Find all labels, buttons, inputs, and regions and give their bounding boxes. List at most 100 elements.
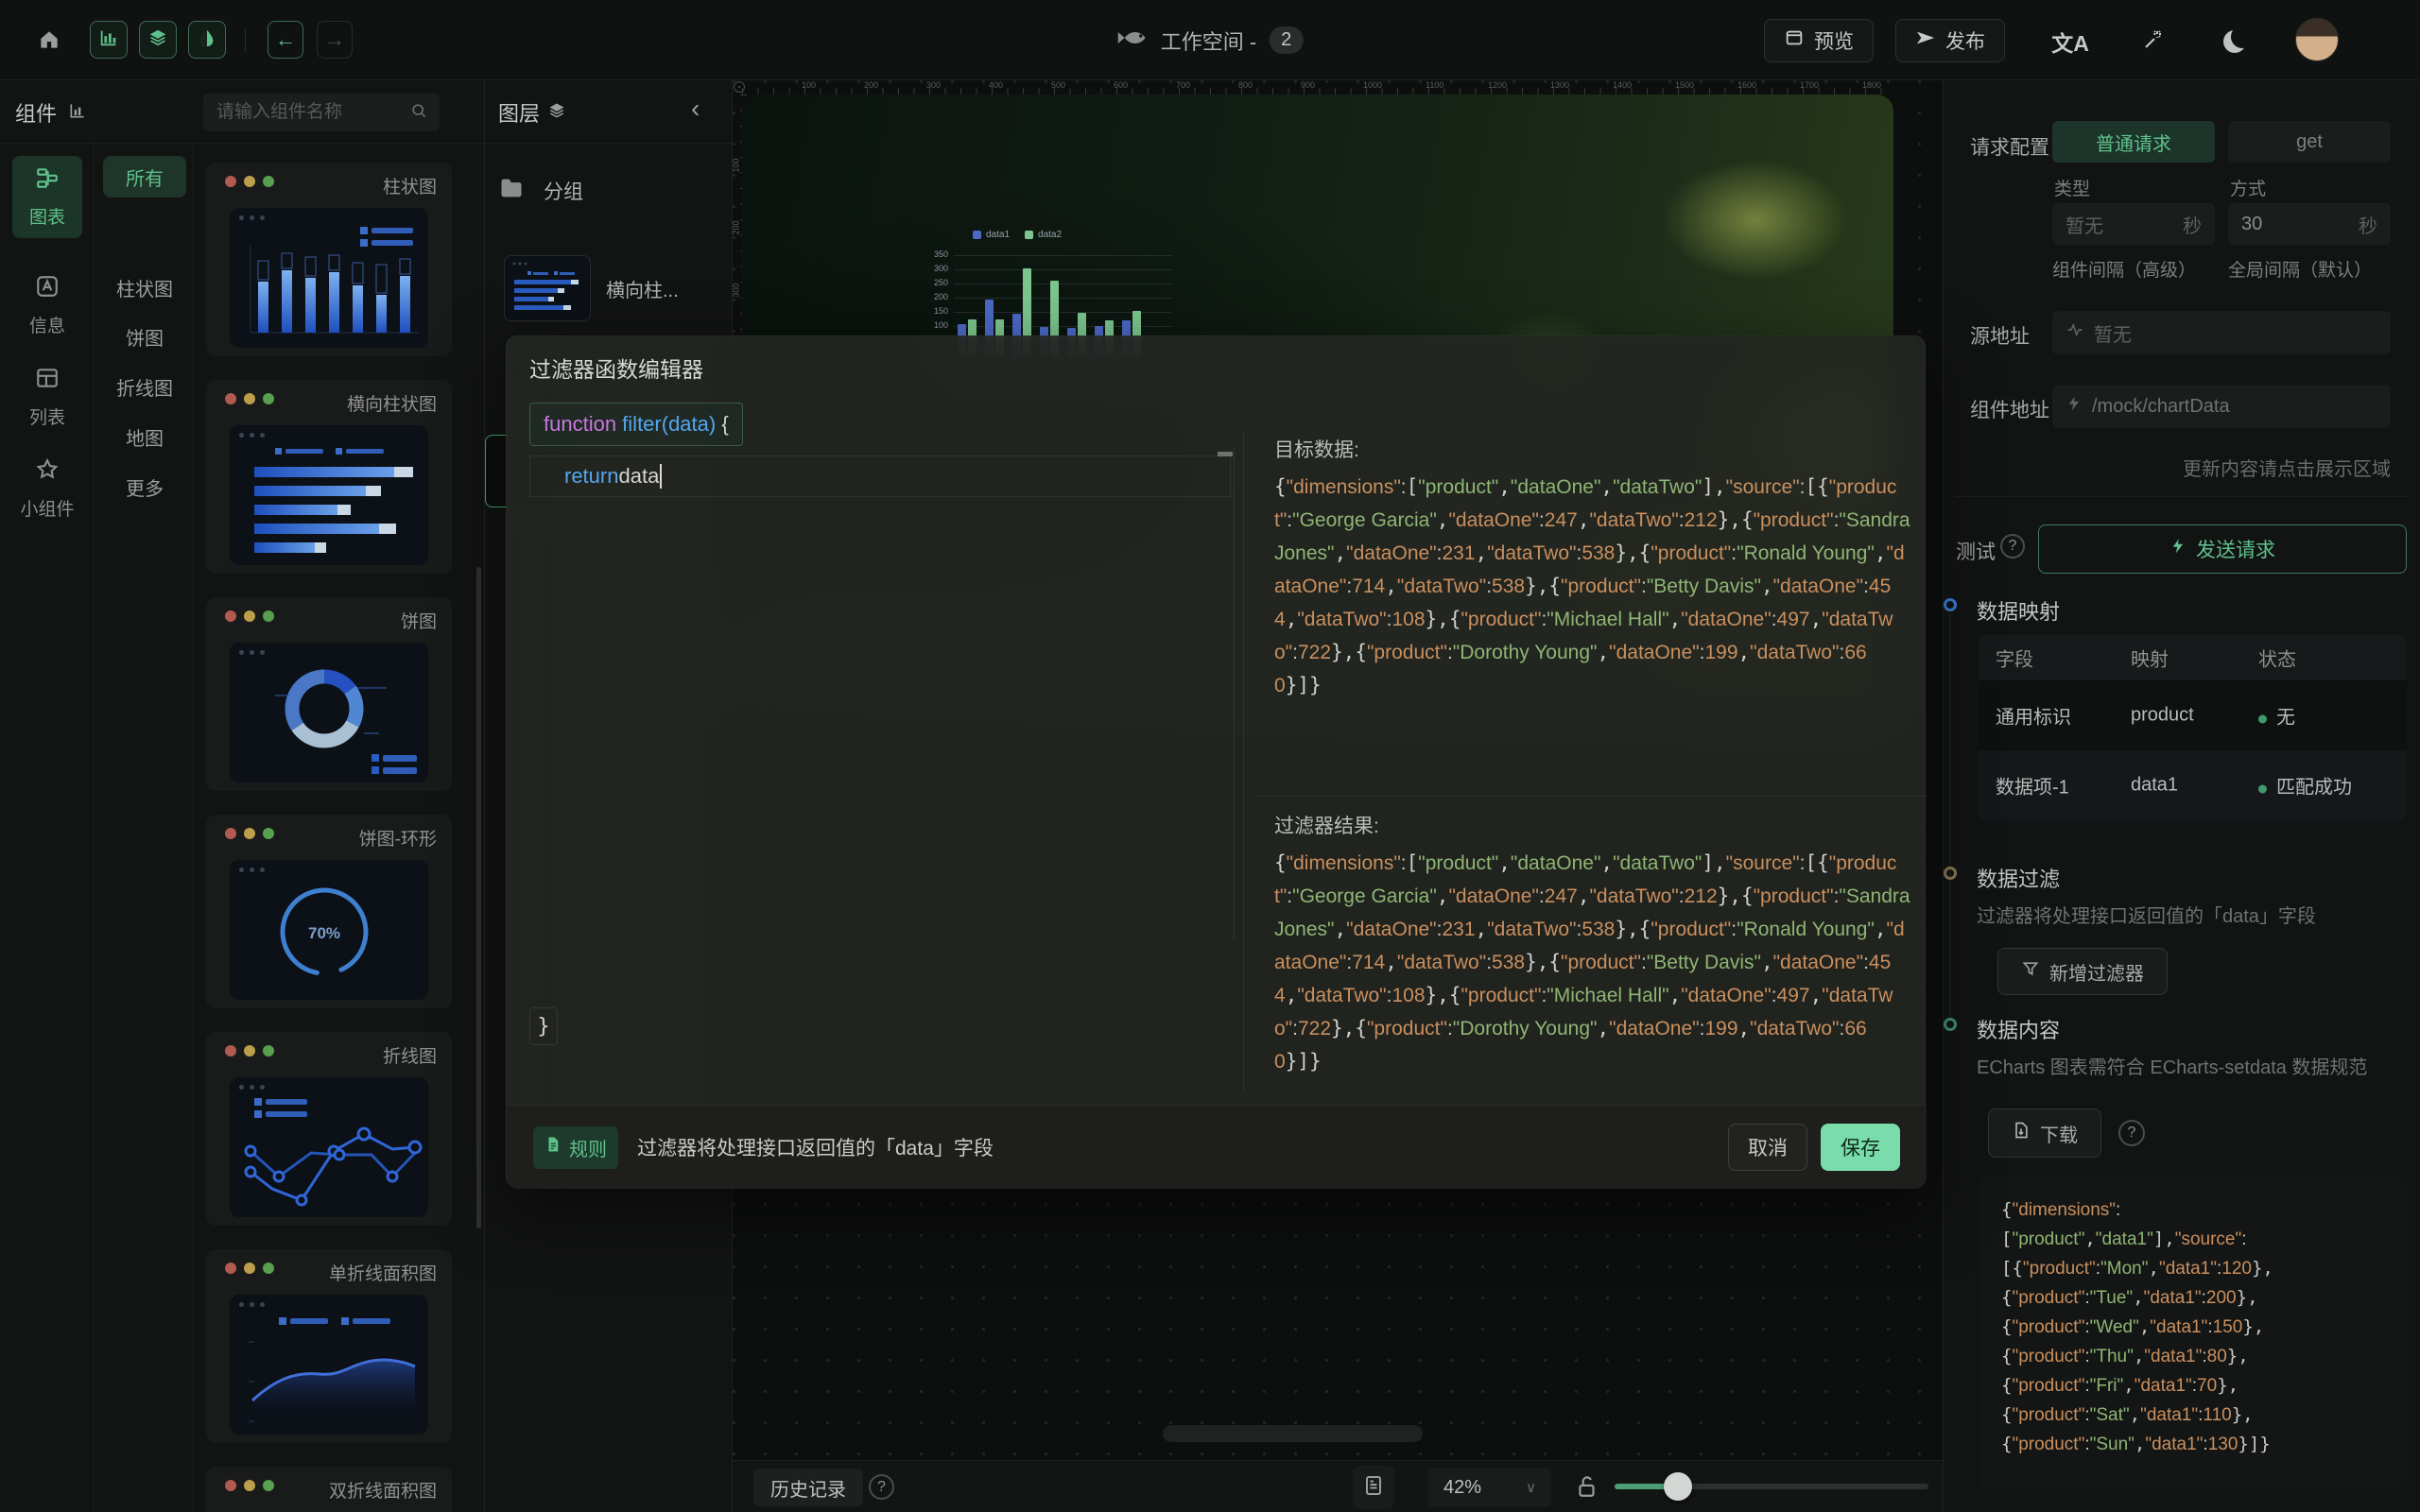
layers-tool-button[interactable] [139,21,177,59]
tab-info[interactable]: 信息 [12,265,82,347]
zoom-slider-track[interactable] [1615,1484,1928,1489]
text-a-icon [35,274,60,304]
component-card-area[interactable]: 单折线面积图 [206,1249,452,1443]
component-card-bar[interactable]: 柱状图 [206,163,452,356]
component-interval-label: 组件间隔（高级） [2052,256,2196,282]
test-help-icon[interactable]: ? [2000,534,2025,558]
home-button[interactable] [28,21,70,62]
component-card-ring[interactable]: 饼图-环形 70% [206,815,452,1008]
language-button[interactable]: 文A [2049,23,2091,60]
save-button[interactable]: 保存 [1821,1124,1900,1171]
add-filter-button[interactable]: 新增过滤器 [1997,948,2168,995]
lock-button[interactable] [1575,1472,1599,1505]
component-card-double-area[interactable]: 双折线面积图 [206,1467,452,1512]
zoom-slider-thumb[interactable] [1664,1472,1692,1501]
content-help-icon[interactable]: ? [2118,1120,2145,1146]
search-icon[interactable] [409,101,428,125]
publish-label: 发布 [1945,26,1985,55]
row-status: 无 [2258,702,2295,730]
editor-scrollbar[interactable] [1234,448,1235,939]
undo-button[interactable]: ← [268,21,303,59]
filter-tool-button[interactable] [188,21,226,59]
layer-item[interactable]: 横向柱... [504,255,679,321]
chevron-down-icon: ∨ [1526,1479,1536,1496]
download-button[interactable]: 下载 [1988,1108,2101,1158]
request-method-select[interactable]: get [2228,121,2391,163]
return-value: data [618,464,659,489]
component-card-line[interactable]: 折线图 [206,1032,452,1226]
code-editor-line[interactable]: return data [529,455,1231,497]
layer-item-label: 横向柱... [606,275,679,302]
publish-button[interactable]: 发布 [1895,19,2005,62]
tab-info-label: 信息 [29,312,65,337]
target-data-json: {"dimensions":["product","dataOne","data… [1274,471,1913,730]
send-request-button[interactable]: 发送请求 [2038,524,2407,574]
category-more[interactable]: 更多 [103,466,186,507]
collapse-panel-button[interactable]: ‹ [691,94,700,124]
search-input[interactable] [215,101,409,124]
tab-widgets[interactable]: 小组件 [12,448,82,530]
request-type-select[interactable]: 普通请求 [2052,121,2215,163]
category-all[interactable]: 所有 [103,156,186,198]
green-dot-icon [263,393,274,404]
components-panel-title: 组件 [15,97,57,128]
source-address-input[interactable]: 暂无 [2052,311,2391,354]
card-thumbnail: 70% [230,860,428,1000]
global-interval-input[interactable]: 30 秒 [2228,203,2391,245]
canvas-horizontal-scrollbar[interactable] [1163,1425,1423,1442]
layer-thumbnail [504,255,591,321]
status-dot [2258,785,2267,794]
bottombar: 历史记录 ? 42% ∨ [733,1460,1943,1512]
component-address-input[interactable]: /mock/chartData [2052,385,2391,428]
tab-list[interactable]: 列表 [12,356,82,438]
category-map[interactable]: 地图 [103,416,186,457]
green-dot-icon [263,610,274,622]
layers-panel-header: 图层 ‹ [485,80,732,144]
layer-group-item[interactable]: 分组 [498,175,583,206]
components-panel-header: 组件 [0,80,484,144]
dialog-title: 过滤器函数编辑器 [529,352,703,384]
workspace-badge: 2 [1270,26,1303,54]
components-categories: 所有 柱状图 饼图 折线图 地图 更多 [95,144,194,1512]
rule-tag-label: 规则 [569,1134,607,1161]
preview-label: 预览 [1814,26,1854,55]
components-scrollbar[interactable] [476,567,481,1228]
chart-tool-button[interactable] [90,21,128,59]
result-divider [1253,796,1928,797]
filter-result-label: 过滤器结果: [1274,811,1379,839]
card-thumbnail [230,1295,428,1435]
component-card-hbar[interactable]: 横向柱状图 [206,380,452,574]
keyword-function: function [544,412,616,436]
green-dot-icon [263,1263,274,1274]
component-interval-input[interactable]: 暂无 秒 [2052,203,2215,245]
category-bar[interactable]: 柱状图 [103,266,186,308]
fish-icon [1117,27,1148,53]
history-help-icon[interactable]: ? [869,1474,894,1500]
dark-mode-button[interactable] [2216,25,2254,59]
avatar[interactable] [2295,18,2339,61]
rule-note: 过滤器将处理接口返回值的「data」字段 [637,1133,994,1161]
redo-button[interactable]: → [317,21,353,59]
category-line[interactable]: 折线图 [103,366,186,407]
card-header: 横向柱状图 [206,380,452,418]
tab-charts[interactable]: 图表 [12,156,82,238]
topbar: ← → 工作空间 - 2 预览 发布 文A [0,0,2420,80]
row-field: 数据项-1 [1996,772,2069,799]
component-card-pie[interactable]: 饼图 [206,597,452,791]
guide-button[interactable] [2132,23,2173,60]
layout-panel-button[interactable] [1353,1466,1394,1509]
red-dot-icon [225,1263,236,1274]
zoom-select[interactable]: 42% ∨ [1428,1468,1551,1507]
legend-label-data2: data2 [1038,230,1062,240]
history-button[interactable]: 历史记录 [753,1469,863,1506]
component-address-label: 组件地址 [1970,395,2049,423]
category-pie[interactable]: 饼图 [103,316,186,357]
timeline-dot-mapping [1944,598,1957,611]
chart-legend: data1 data2 [973,230,1062,240]
cancel-button[interactable]: 取消 [1728,1124,1807,1171]
preview-button[interactable]: 预览 [1764,19,1874,62]
pulse-icon [2066,320,2084,345]
red-dot-icon [225,1045,236,1057]
bar-chart-icon [98,27,119,53]
card-thumbnail [230,1077,428,1217]
